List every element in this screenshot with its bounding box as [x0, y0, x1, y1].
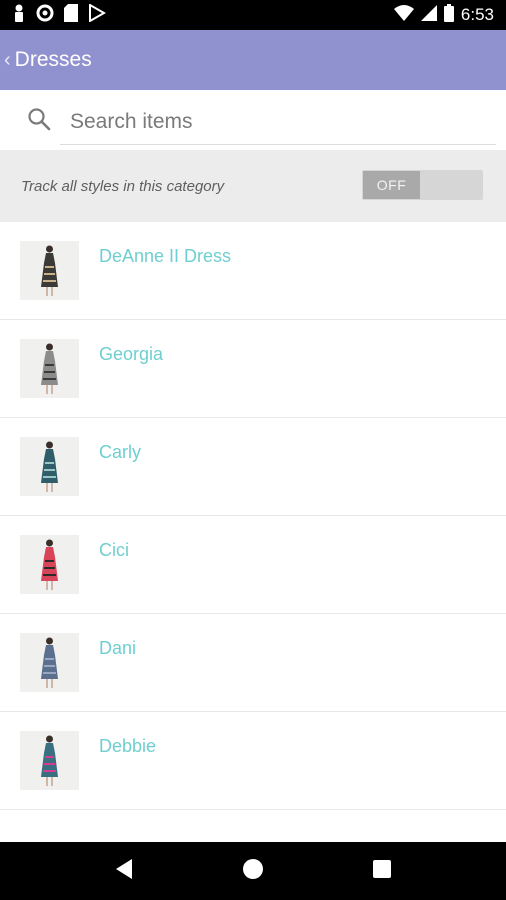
list-item[interactable]: Cici	[0, 516, 506, 614]
track-all-label: Track all styles in this category	[21, 177, 225, 195]
item-name: Carly	[99, 442, 142, 462]
item-name: Debbie	[99, 736, 157, 756]
item-name: DeAnne II Dress	[99, 246, 232, 266]
dress-figure	[41, 735, 58, 786]
back-triangle-icon	[114, 858, 134, 885]
sd-card-icon	[64, 3, 78, 27]
app-bar: ‹ Dresses	[0, 30, 506, 90]
nav-home-button[interactable]	[233, 851, 273, 891]
recents-square-icon	[372, 859, 392, 884]
status-time: 6:53	[460, 5, 494, 24]
item-name: Georgia	[99, 344, 164, 364]
play-store-icon	[88, 2, 107, 27]
signal-icon	[420, 4, 437, 26]
item-list: DeAnne II Dress Georgia Carly Cici Dani Debbi…	[0, 222, 506, 842]
chevron-left-icon: ‹	[4, 48, 11, 71]
item-thumbnail	[20, 241, 79, 300]
list-item[interactable]: Carly	[0, 418, 506, 516]
battery-icon	[443, 3, 454, 27]
back-button[interactable]: ‹ Dresses	[4, 48, 92, 72]
status-notifications	[12, 2, 107, 27]
nav-back-button[interactable]	[104, 851, 144, 891]
list-item[interactable]: Dani	[0, 614, 506, 712]
item-thumbnail	[20, 535, 79, 594]
search-icon	[27, 107, 51, 136]
list-item[interactable]: Debbie	[0, 712, 506, 810]
status-system: 6:53	[393, 3, 494, 27]
dress-figure	[41, 539, 58, 590]
search-input[interactable]	[60, 100, 496, 145]
page-title: Dresses	[14, 48, 92, 71]
wifi-icon	[393, 4, 414, 26]
search-bar	[0, 90, 506, 150]
track-all-toggle[interactable]: OFF	[362, 170, 483, 200]
list-item[interactable]: Georgia	[0, 320, 506, 418]
item-thumbnail	[20, 731, 79, 790]
dress-figure	[41, 245, 58, 296]
nav-recents-button[interactable]	[362, 851, 402, 891]
status-bar: 6:53	[0, 0, 506, 30]
person-icon	[12, 4, 26, 27]
track-all-row: Track all styles in this category OFF	[0, 150, 506, 222]
dress-figure	[41, 343, 58, 394]
item-name: Cici	[99, 540, 129, 560]
toggle-state-label: OFF	[363, 171, 420, 199]
dress-figure	[41, 637, 58, 688]
dress-figure	[41, 441, 58, 492]
home-circle-icon	[242, 858, 264, 885]
item-thumbnail	[20, 437, 79, 496]
item-thumbnail	[20, 633, 79, 692]
navigation-bar	[0, 842, 506, 900]
item-name: Dani	[99, 638, 137, 658]
circle-icon	[36, 4, 54, 27]
list-item[interactable]: DeAnne II Dress	[0, 222, 506, 320]
item-thumbnail	[20, 339, 79, 398]
